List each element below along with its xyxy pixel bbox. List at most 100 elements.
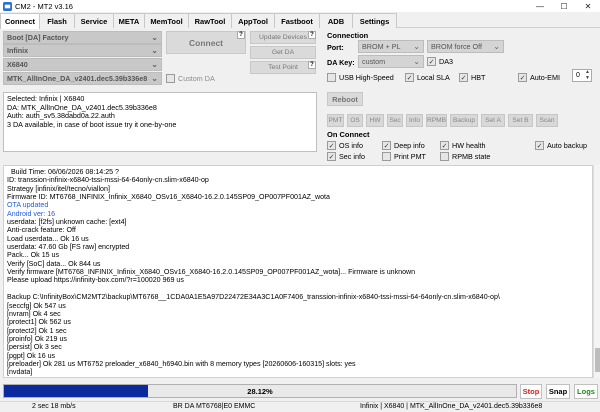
chevron-down-icon: ⌄ [151, 60, 158, 69]
help-icon[interactable]: ? [308, 31, 316, 39]
log-line: userdata: 47.60 Gb [FS raw] encrypted [7, 243, 130, 252]
local-sla-checkbox[interactable]: ✓ Local SLA [405, 73, 450, 82]
close-button[interactable]: ✕ [576, 0, 600, 12]
logs-button[interactable]: Logs [574, 384, 598, 399]
tab-service[interactable]: Service [74, 13, 114, 28]
status-chip: BR DA MT6768|E0 EMMC [173, 403, 256, 410]
boot-mode-select[interactable]: Boot [DA] Factory ⌄ [3, 31, 162, 44]
connect-button[interactable]: Connect [166, 31, 246, 54]
checkbox-box: ✓ [440, 141, 449, 150]
set-a-button[interactable]: Set A [481, 114, 505, 127]
tab-settings[interactable]: Settings [352, 13, 397, 28]
set-b-button[interactable]: Set B [508, 114, 533, 127]
tab-rawtool[interactable]: RawTool [188, 13, 232, 28]
log-line: Pack... Ok 15 us [7, 251, 60, 260]
info-button[interactable]: Info [406, 114, 423, 127]
port-select[interactable]: BROM + PL ⌄ [358, 40, 424, 53]
sec-button[interactable]: Sec [387, 114, 403, 127]
log-line: [nvram] Ok 4 sec [7, 309, 61, 318]
pmt-button[interactable]: PMT [327, 114, 344, 127]
backup-button[interactable]: Backup [450, 114, 478, 127]
app-icon [3, 1, 12, 11]
hw-button[interactable]: HW [366, 114, 384, 127]
print-pmt-checkbox[interactable]: Print PMT [382, 152, 426, 161]
minimize-button[interactable]: — [528, 0, 552, 12]
log-line: Build Time: 06/06/2026 08:14:25 ? [7, 168, 120, 176]
status-bar: 2 sec 18 mb/s BR DA MT6768|E0 EMMC Infin… [0, 401, 600, 412]
log-line: Verify firmware [MT6768_INFINIX_Infinix_… [7, 268, 416, 277]
test-point-button[interactable]: Test Point [250, 61, 316, 74]
checkbox-box [327, 73, 336, 82]
brand-value: Infinix [7, 46, 29, 55]
port-value: BROM + PL [362, 42, 401, 51]
chevron-down-icon: ⌄ [493, 42, 500, 51]
log-line: [proinfo] Ok 219 us [7, 334, 67, 343]
os-info-label: OS info [339, 141, 363, 150]
get-da-button[interactable]: Get DA [250, 46, 316, 59]
da3-label: DA3 [439, 57, 453, 66]
hbt-checkbox[interactable]: ✓ HBT [459, 73, 485, 82]
auto-emi-stepper[interactable]: 0 ▲ ▼ [572, 69, 592, 82]
da-file-select[interactable]: MTK_AllInOne_DA_v2401.dec5.39b336e8 ⌄ [3, 72, 162, 85]
selection-info-line: 3 DA available, in case of boot issue tr… [7, 120, 177, 130]
local-sla-label: Local SLA [417, 73, 450, 82]
brand-select[interactable]: Infinix ⌄ [3, 44, 162, 57]
model-value: X6840 [7, 60, 28, 69]
da-key-select[interactable]: custom ⌄ [358, 55, 424, 68]
usb-high-speed-label: USB High-Speed [339, 73, 394, 82]
auto-emi-label: Auto-EMI [530, 73, 560, 82]
checkbox-box: ✓ [427, 57, 436, 66]
log-line: Verify [SoC] data... Ok 844 us [7, 259, 101, 268]
log-line: Android ver: 16 [7, 209, 56, 218]
hw-health-label: HW health [452, 141, 486, 150]
maximize-button[interactable]: ☐ [552, 0, 576, 12]
log-output[interactable]: Build Time: 06/06/2026 08:14:25 ? ID: tra… [3, 165, 593, 378]
tab-fastboot[interactable]: Fastboot [274, 13, 320, 28]
tab-meta[interactable]: META [113, 13, 145, 28]
help-icon[interactable]: ? [237, 31, 245, 39]
checkbox-box [166, 74, 175, 83]
rpmb-state-label: RPMB state [452, 152, 491, 161]
usb-high-speed-checkbox[interactable]: USB High-Speed [327, 73, 394, 82]
tab-flash[interactable]: Flash [39, 13, 75, 28]
log-line: [seccfg] Ok 547 us [7, 301, 66, 310]
stop-button[interactable]: Stop [520, 384, 542, 399]
os-info-checkbox[interactable]: ✓ OS info [327, 141, 363, 150]
tab-memtool[interactable]: MemTool [144, 13, 189, 28]
update-devices-button[interactable]: Update Devices [250, 31, 316, 44]
log-line: Backup C:\InfinityBox\CM2MT2\backup\MT67… [7, 293, 500, 302]
reboot-button[interactable]: Reboot [327, 92, 363, 106]
window-title: CM2 - MT2 v3.16 [15, 1, 73, 11]
hbt-label: HBT [471, 73, 486, 82]
sec-info-checkbox[interactable]: ✓ Sec info [327, 152, 365, 161]
help-icon[interactable]: ? [308, 61, 316, 69]
hw-health-checkbox[interactable]: ✓ HW health [440, 141, 486, 150]
rpmb-button[interactable]: RPMB [426, 114, 447, 127]
scrollbar-thumb[interactable] [595, 348, 600, 372]
log-line: Anti-crack feature: Off [7, 226, 76, 235]
log-line: [protect1] Ok 562 us [7, 318, 71, 327]
da3-checkbox[interactable]: ✓ DA3 [427, 57, 453, 66]
custom-da-checkbox[interactable]: Custom DA [166, 74, 215, 83]
checkbox-box: ✓ [535, 141, 544, 150]
custom-da-label: Custom DA [178, 74, 215, 83]
auto-backup-checkbox[interactable]: ✓ Auto backup [535, 141, 587, 150]
log-line: Load userdata... Ok 16 us [7, 234, 89, 243]
tab-adb[interactable]: ADB [319, 13, 353, 28]
os-button[interactable]: OS [347, 114, 363, 127]
checkbox-box: ✓ [459, 73, 468, 82]
auto-emi-checkbox[interactable]: ✓ Auto-EMI [518, 73, 560, 82]
rpmb-state-checkbox[interactable]: RPMB state [440, 152, 490, 161]
scan-button[interactable]: Scan [536, 114, 558, 127]
log-line: [pgpt] Ok 16 us [7, 351, 56, 360]
brom-mode-select[interactable]: BROM force Off ⌄ [427, 40, 504, 53]
deep-info-checkbox[interactable]: ✓ Deep info [382, 141, 425, 150]
snap-button[interactable]: Snap [546, 384, 570, 399]
log-scrollbar[interactable] [593, 165, 600, 378]
model-select[interactable]: X6840 ⌄ [3, 58, 162, 71]
tab-apptool[interactable]: AppTool [231, 13, 275, 28]
log-line: ID: transsion-infinix-x6840-tssi-mssi-64… [7, 176, 209, 185]
log-line: [nvdata] [7, 368, 33, 377]
tab-connect[interactable]: Connect [0, 13, 40, 29]
checkbox-box [440, 152, 449, 161]
